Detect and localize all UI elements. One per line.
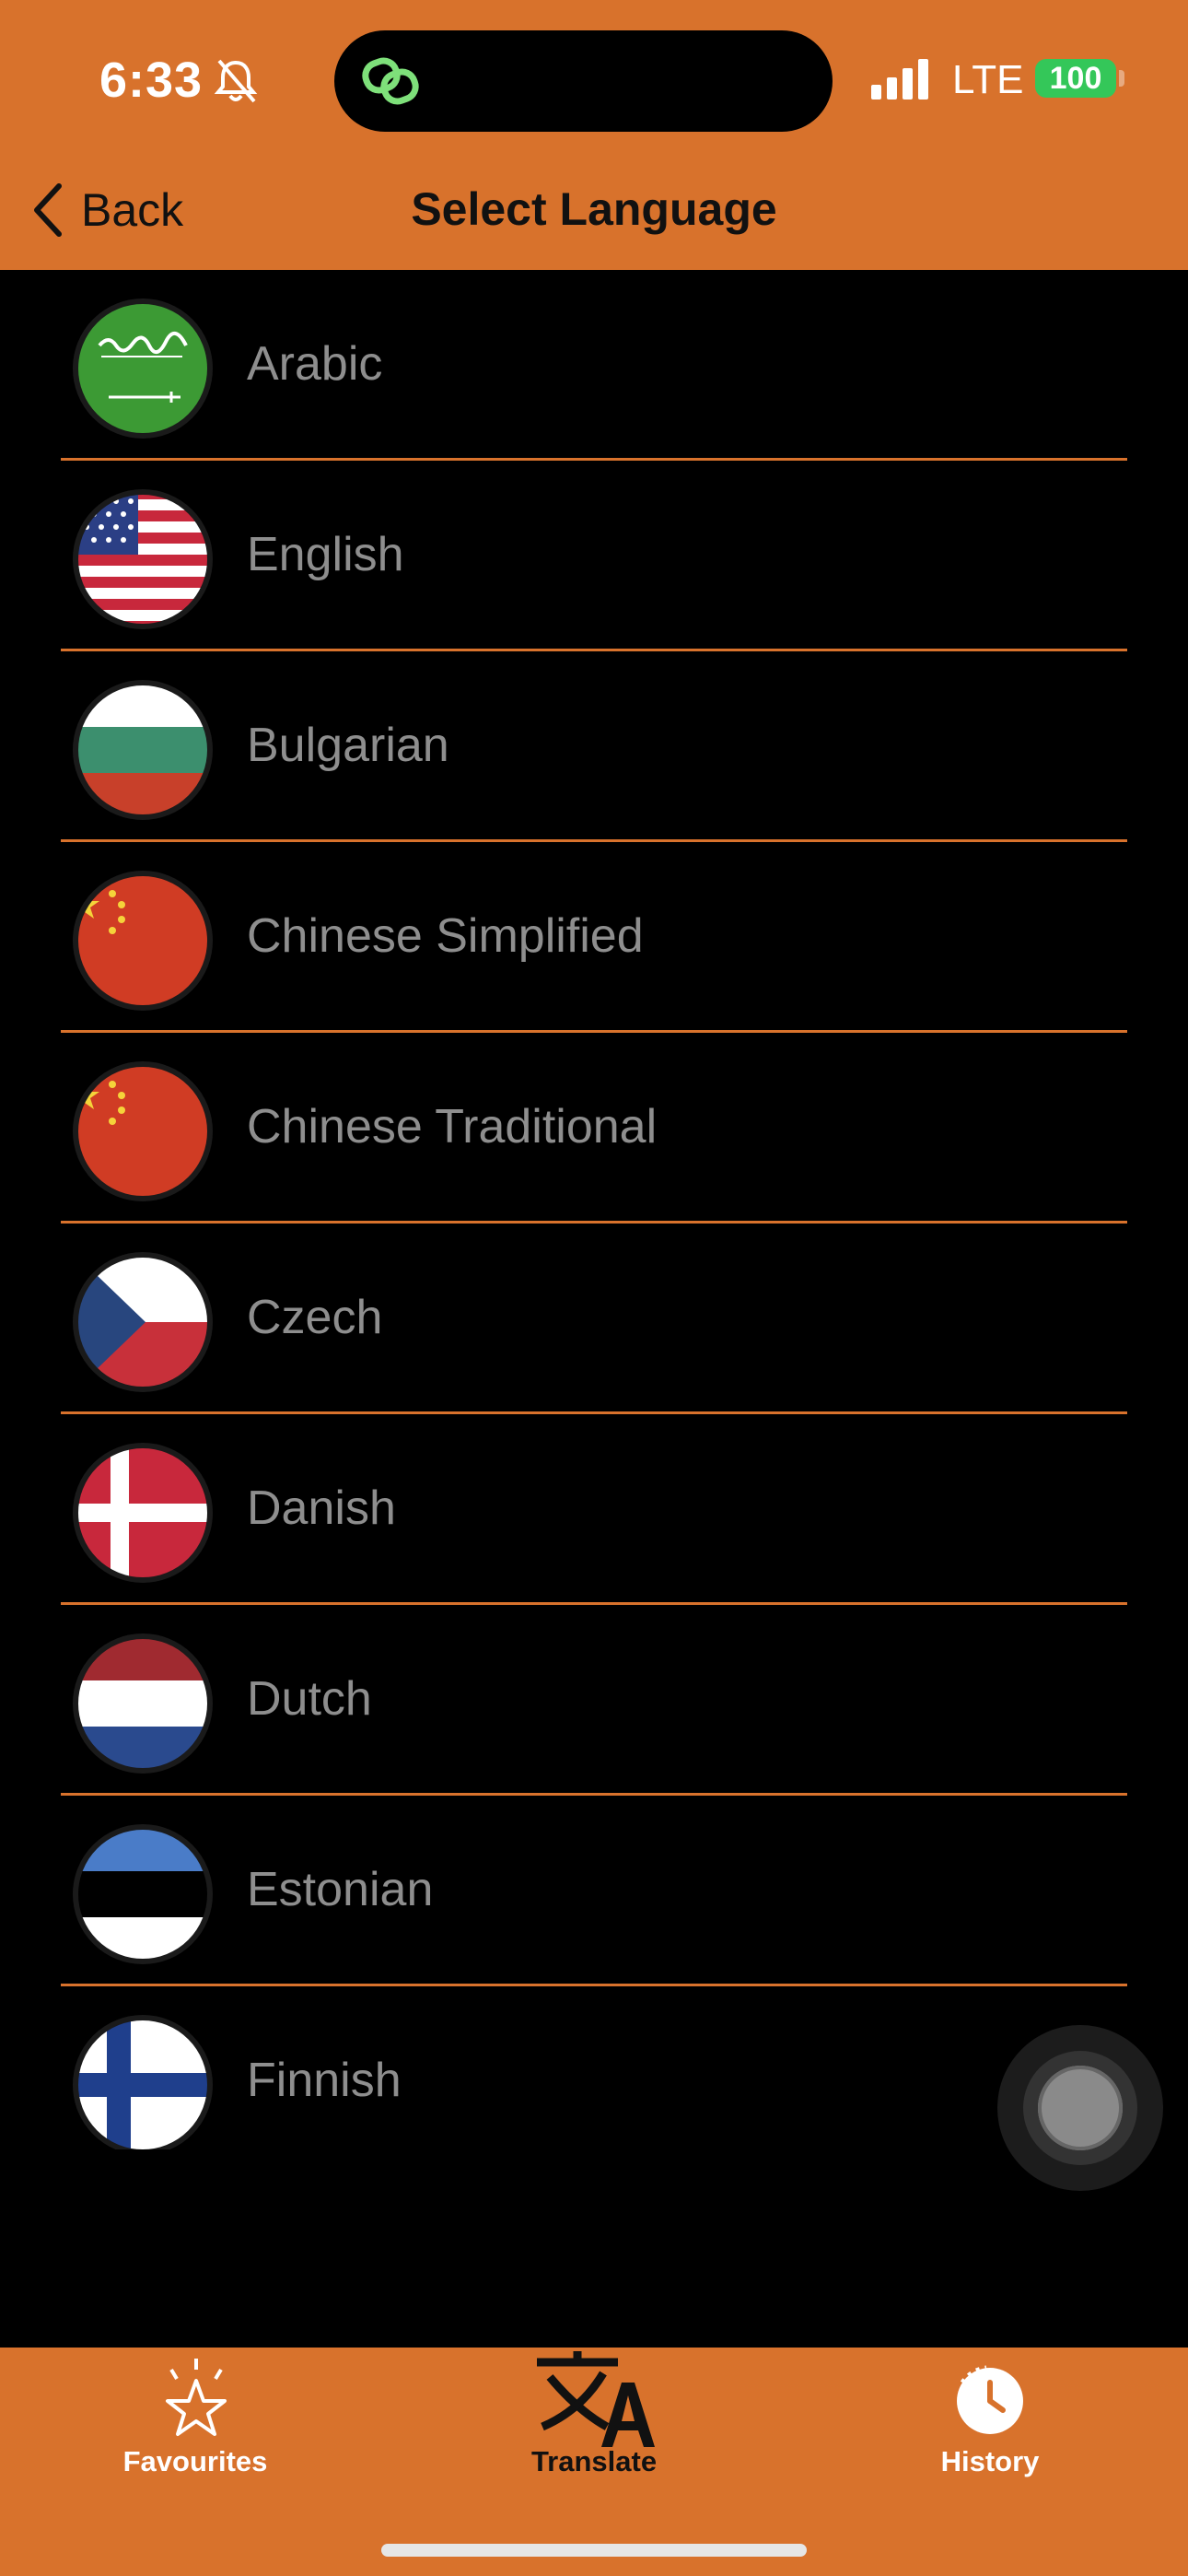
language-label: Czech xyxy=(247,1291,383,1344)
tab-history[interactable]: History xyxy=(852,2348,1128,2495)
czech-flag-icon xyxy=(72,1251,214,1393)
language-label: Finnish xyxy=(247,2054,402,2107)
status-time: 6:33 xyxy=(99,53,204,108)
assistive-touch-button[interactable] xyxy=(997,2025,1163,2191)
clock-icon xyxy=(957,2365,1023,2434)
language-row-chinese-simplified[interactable]: Chinese Simplified xyxy=(0,842,1188,1033)
bulgaria-flag-icon xyxy=(72,679,214,821)
star-icon xyxy=(166,2359,227,2436)
tab-label: Favourites xyxy=(122,2445,268,2477)
tab-label: Translate xyxy=(530,2445,658,2477)
tab-favourites[interactable]: Favourites xyxy=(57,2348,333,2495)
tab-bar: Favourites Translate History xyxy=(0,2348,1188,2576)
page-title: Select Language xyxy=(411,183,777,235)
language-row-chinese-traditional[interactable]: Chinese Traditional xyxy=(0,1033,1188,1224)
usa-flag-icon xyxy=(72,488,214,630)
dynamic-island xyxy=(334,30,833,132)
language-label: Dutch xyxy=(247,1672,372,1726)
battery-tip xyxy=(1119,70,1124,87)
status-bar: 6:33 LTE 100 xyxy=(0,0,1188,147)
language-list[interactable]: Arabic English Bulgarian Chinese Simplif… xyxy=(0,270,1188,2149)
nav-bar: Back Select Language xyxy=(0,147,1188,270)
estonia-flag-icon xyxy=(72,1823,214,1965)
assistive-touch-dot xyxy=(1038,2066,1123,2150)
language-row-danish[interactable]: Danish xyxy=(0,1414,1188,1605)
language-label: Chinese Simplified xyxy=(247,909,644,963)
translate-icon xyxy=(537,2351,655,2447)
language-row-czech[interactable]: Czech xyxy=(0,1224,1188,1414)
language-row-bulgarian[interactable]: Bulgarian xyxy=(0,651,1188,842)
network-label: LTE xyxy=(952,57,1024,102)
tab-label: History xyxy=(940,2445,1040,2477)
home-indicator[interactable] xyxy=(381,2544,807,2557)
language-label: English xyxy=(247,528,404,581)
language-label: Bulgarian xyxy=(247,719,449,772)
language-row-english[interactable]: English xyxy=(0,461,1188,651)
tab-translate[interactable]: Translate xyxy=(456,2348,732,2495)
saudi-arabia-flag-icon xyxy=(72,298,214,439)
finland-flag-icon xyxy=(72,2014,214,2149)
language-row-arabic[interactable]: Arabic xyxy=(0,270,1188,461)
battery-icon: 100 xyxy=(1035,59,1116,98)
language-label: Estonian xyxy=(247,1863,434,1916)
language-label: Arabic xyxy=(247,337,383,391)
signal-bars-icon xyxy=(871,59,932,104)
netherlands-flag-icon xyxy=(72,1633,214,1774)
china-flag-icon xyxy=(72,1060,214,1202)
language-label: Danish xyxy=(247,1481,396,1535)
language-row-estonian[interactable]: Estonian xyxy=(0,1796,1188,1986)
language-label: Chinese Traditional xyxy=(247,1100,658,1153)
bell-slash-icon xyxy=(214,57,258,110)
denmark-flag-icon xyxy=(72,1442,214,1584)
china-flag-icon xyxy=(72,870,214,1012)
language-row-dutch[interactable]: Dutch xyxy=(0,1605,1188,1796)
link-icon xyxy=(362,56,421,112)
